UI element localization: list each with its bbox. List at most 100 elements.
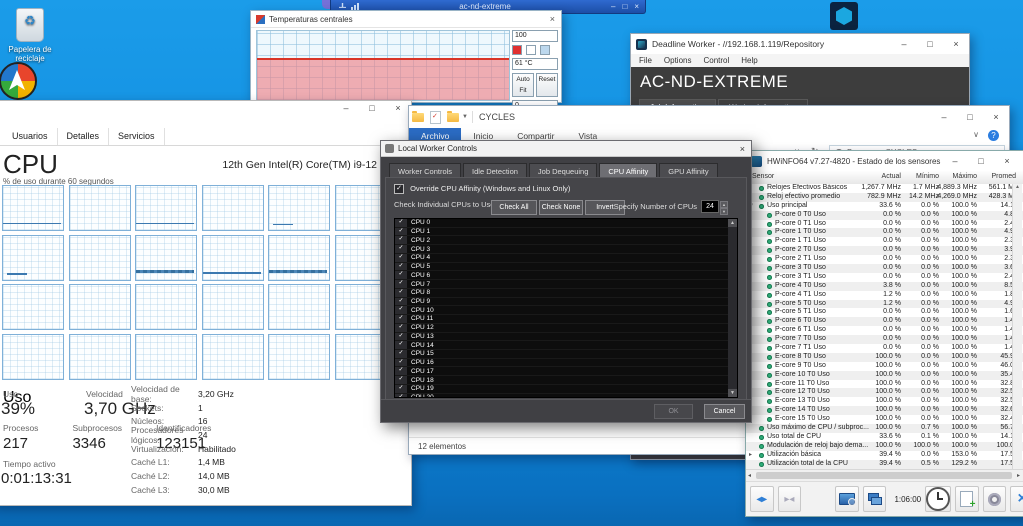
clock-button[interactable] xyxy=(925,486,952,512)
cancel-button[interactable]: Cancel xyxy=(704,404,745,419)
sensor-row[interactable]: P-core 1 T0 Uso 0.0 % 0.0 % 100.0 % 4.9 xyxy=(746,228,1023,238)
sensor-row[interactable]: ∨ Uso principal 33.6 % 0.0 % 100.0 % 14.… xyxy=(746,202,1023,211)
cpu-graph-cell[interactable] xyxy=(2,284,64,330)
maximize-icon[interactable]: □ xyxy=(968,154,994,168)
sensor-row[interactable]: Modulación de reloj bajo dema... 100.0 %… xyxy=(746,441,1023,451)
sensor-row[interactable]: E-core 9 T0 Uso 100.0 % 0.0 % 100.0 % 46… xyxy=(746,362,1023,371)
sensor-row[interactable]: E-core 8 T0 Uso 100.0 % 0.0 % 100.0 % 45… xyxy=(746,352,1023,362)
cpu-graph-cell[interactable] xyxy=(2,333,64,380)
sensor-row[interactable]: ▸ Utilización básica 39.4 % 0.0 % 153.0 … xyxy=(746,451,1023,460)
restore-icon[interactable]: □ xyxy=(622,2,627,11)
checkbox-checked-icon[interactable]: ✓ xyxy=(395,271,407,280)
maximize-icon[interactable]: □ xyxy=(359,101,385,115)
collapse-arrows-button[interactable]: ▸◂ xyxy=(777,486,802,512)
cpu-graph-cell[interactable] xyxy=(135,284,197,330)
cpu-graph-cell[interactable] xyxy=(201,185,264,231)
cpu-graph-cell[interactable] xyxy=(68,333,131,380)
task-manager-tab[interactable]: Servicios xyxy=(109,127,165,145)
cpu-graph-cell[interactable] xyxy=(268,284,330,330)
checkbox-checked-icon[interactable]: ✓ xyxy=(395,315,407,323)
checkbox-checked-icon[interactable]: ✓ xyxy=(395,288,407,297)
chevron-down-icon[interactable]: ▼ xyxy=(462,114,468,120)
sensor-row[interactable]: P-core 3 T1 Uso 0.0 % 0.0 % 100.0 % 2.4 xyxy=(746,273,1023,282)
checkbox-checked-icon[interactable]: ✓ xyxy=(395,350,407,358)
cpu-graph-cell[interactable] xyxy=(201,234,264,281)
checkbox-checked-icon[interactable]: ✓ xyxy=(395,332,407,341)
color-swatch-blue[interactable] xyxy=(539,45,550,55)
sensor-row[interactable]: P-core 3 T0 Uso 0.0 % 0.0 % 100.0 % 3.6 xyxy=(746,264,1023,273)
cpu-list-item[interactable]: ✓ CPU 17 xyxy=(395,367,737,377)
checkbox-checked-icon[interactable]: ✓ xyxy=(395,341,407,350)
cpu-list-item[interactable]: ✓ CPU 16 xyxy=(395,358,737,368)
cpu-graph-cell[interactable] xyxy=(201,284,264,330)
sensor-row[interactable]: ▸ Relojes Efectivos Básicos 1,267.7 MHz … xyxy=(746,184,1023,193)
sensor-row[interactable]: Uso total de CPU 33.6 % 0.1 % 100.0 % 14… xyxy=(746,433,1023,442)
checkbox-checked-icon[interactable]: ✓ xyxy=(395,245,407,253)
checkbox-checked-icon[interactable]: ✓ xyxy=(395,358,407,367)
maximize-icon[interactable]: □ xyxy=(957,110,983,124)
monitor-button[interactable] xyxy=(835,486,859,512)
list-scrollbar[interactable]: ▲ ▼ xyxy=(728,219,737,397)
cpu-list-item[interactable]: ✓ CPU 7 xyxy=(395,280,737,289)
sensor-row[interactable]: P-core 5 T1 Uso 0.0 % 0.0 % 100.0 % 1.6 xyxy=(746,308,1023,317)
report-button[interactable] xyxy=(955,486,979,512)
close-icon[interactable]: × xyxy=(550,14,555,24)
auto-fit-button[interactable]: Auto Fit xyxy=(512,73,534,97)
cpu-list-item[interactable]: ✓ CPU 1 xyxy=(395,227,737,237)
sensor-row[interactable]: Reloj efectivo promedio 782.9 MHz 14.2 M… xyxy=(746,192,1023,202)
sensor-row[interactable]: E-core 10 T0 Uso 100.0 % 0.0 % 100.0 % 3… xyxy=(746,370,1023,380)
check-none-button[interactable]: Check None xyxy=(539,200,583,215)
cpu-count-spinbox[interactable]: 24 xyxy=(701,199,719,213)
cpu-graph-cell[interactable] xyxy=(268,333,330,380)
menu-item[interactable]: Options xyxy=(664,56,692,65)
menu-item[interactable]: Control xyxy=(703,56,729,65)
col-actual[interactable]: Actual xyxy=(882,173,901,180)
task-manager-tab[interactable]: Usuarios xyxy=(3,127,58,145)
cpu-list-item[interactable]: ✓ CPU 6 xyxy=(395,271,737,281)
compare-arrows-button[interactable]: ◂▸ xyxy=(750,486,774,512)
close-icon[interactable]: × xyxy=(740,144,745,154)
help-icon[interactable]: ? xyxy=(988,130,999,141)
col-min[interactable]: Mínimo xyxy=(916,173,939,180)
cpu-graph-cell[interactable] xyxy=(135,333,197,380)
sensor-row[interactable]: E-core 15 T0 Uso 100.0 % 0.0 % 100.0 % 3… xyxy=(746,415,1023,424)
sensor-row[interactable]: P-core 4 T1 Uso 1.2 % 0.0 % 100.0 % 1.8 xyxy=(746,291,1023,300)
sensor-row[interactable]: Uso máximo de CPU / subproc... 100.0 % 0… xyxy=(746,424,1023,433)
checkbox-checked-icon[interactable]: ✓ xyxy=(395,253,407,262)
cpu-list-item[interactable]: ✓ CPU 14 xyxy=(395,341,737,351)
sensor-column-headers[interactable]: Sensor Actual Mínimo Máximo Promed xyxy=(746,171,1023,185)
horizontal-scrollbar[interactable]: ◂ ▸ xyxy=(746,469,1023,481)
cpu-list-item[interactable]: ✓ CPU 3 xyxy=(395,245,737,254)
checkbox-checked-icon[interactable]: ✓ xyxy=(395,306,407,315)
quick-access-icon[interactable] xyxy=(430,110,441,124)
sensor-row[interactable]: Utilización total de la CPU 39.4 % 0.5 %… xyxy=(746,459,1023,469)
spinner-arrows[interactable]: ▲ ▼ xyxy=(720,200,728,215)
sensor-row[interactable]: P-core 7 T1 Uso 0.0 % 0.0 % 100.0 % 1.4 xyxy=(746,344,1023,353)
checkbox-checked-icon[interactable]: ✓ xyxy=(395,219,407,227)
col-sensor[interactable]: Sensor xyxy=(752,173,774,180)
check-all-button[interactable]: Check All xyxy=(491,200,537,215)
cpu-list-item[interactable]: ✓ CPU 2 xyxy=(395,236,737,246)
cpu-list-item[interactable]: ✓ CPU 15 xyxy=(395,350,737,359)
sensor-row[interactable]: P-core 6 T1 Uso 0.0 % 0.0 % 100.0 % 1.4 xyxy=(746,326,1023,335)
scroll-down-icon[interactable]: ▼ xyxy=(728,389,737,397)
cpu-graph-cell[interactable] xyxy=(68,284,131,330)
settings-button[interactable] xyxy=(982,486,1007,512)
checkbox-checked-icon[interactable]: ✓ xyxy=(395,393,407,397)
minimize-icon[interactable]: – xyxy=(942,154,968,168)
checkbox-checked-icon[interactable]: ✓ xyxy=(395,262,407,271)
cpu-graph-cell[interactable] xyxy=(135,185,197,231)
cpu-graph-cell[interactable] xyxy=(268,234,330,281)
ribbon-collapse-icon[interactable]: ∨ xyxy=(973,130,979,139)
checkbox-checked-icon[interactable]: ✓ xyxy=(395,297,407,306)
cpu-graph-cell[interactable] xyxy=(2,185,64,231)
checkbox-checked-icon[interactable]: ✓ xyxy=(395,367,407,376)
cpu-graph-cell[interactable] xyxy=(2,234,64,281)
minimize-icon[interactable]: – xyxy=(611,2,615,11)
ok-button[interactable]: OK xyxy=(654,404,693,419)
checkbox-checked-icon[interactable]: ✓ xyxy=(395,227,407,236)
cpu-list-item[interactable]: ✓ CPU 18 xyxy=(395,376,737,385)
sensor-row[interactable]: P-core 0 T0 Uso 0.0 % 0.0 % 100.0 % 4.8 xyxy=(746,210,1023,220)
checkbox-checked-icon[interactable]: ✓ xyxy=(395,376,407,384)
sensor-row[interactable]: E-core 14 T0 Uso 100.0 % 0.0 % 100.0 % 3… xyxy=(746,406,1023,416)
